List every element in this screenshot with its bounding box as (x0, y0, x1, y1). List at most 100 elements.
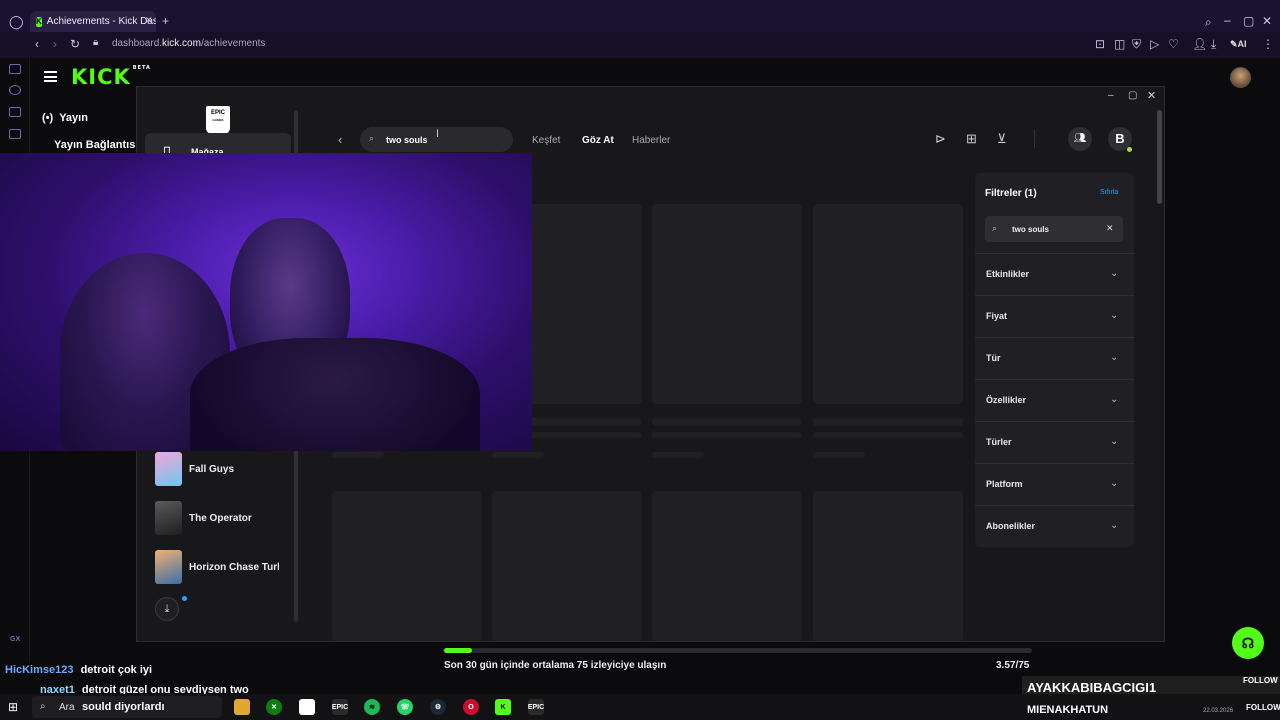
card-price-placeholder (492, 452, 544, 458)
nav-stream[interactable]: (•) Yayın (42, 112, 88, 124)
notepad-icon[interactable] (299, 699, 315, 715)
filter-divider (975, 253, 1134, 254)
game-card-placeholder (332, 491, 482, 641)
filter-types[interactable]: Türler (986, 437, 1012, 447)
library-item-horizon-chase[interactable]: Horizon Chase Turb (189, 562, 279, 573)
taskbar-search-icon: ⌕ (40, 701, 46, 712)
epic-games-icon[interactable]: EPIC (528, 699, 544, 715)
chevron-down-icon[interactable]: ⌄ (1110, 310, 1118, 321)
nav-stream-connection[interactable]: Yayın Bağlantısı (54, 139, 138, 151)
topbar-divider (1034, 130, 1035, 148)
windows-start-icon[interactable]: ⊞ (8, 700, 18, 714)
user-avatar[interactable] (1230, 67, 1251, 88)
filter-reset-link[interactable]: Sıfırla (1100, 189, 1118, 196)
profile-icon[interactable]: 👤︎ (1192, 38, 1207, 50)
filter-genre[interactable]: Tür (986, 353, 1001, 363)
nav-browse[interactable]: Göz At (582, 135, 614, 146)
maximize-window-icon[interactable]: ▢ (1243, 15, 1254, 27)
library-item-the-operator[interactable]: The Operator (189, 513, 252, 524)
gift-icon[interactable]: ⊞ (966, 131, 977, 147)
tab-title: Achievements - Kick Dashb (46, 16, 156, 27)
support-chat-button[interactable]: ☊ (1232, 627, 1264, 659)
sidebar-messenger-icon[interactable] (9, 129, 21, 139)
steam-icon[interactable]: ⚙ (430, 699, 446, 715)
filter-divider (975, 295, 1134, 296)
webcam-overlay (0, 153, 532, 451)
new-tab-icon[interactable]: + (162, 15, 169, 27)
filter-search-icon: ⌕ (992, 223, 998, 233)
reload-icon[interactable]: ↻ (70, 38, 80, 50)
epic-back-icon[interactable]: ‹ (338, 132, 342, 147)
sidebar-history-icon[interactable] (9, 85, 21, 95)
epic-icon[interactable]: EPIC (332, 699, 348, 715)
goal-text: Son 30 gün içinde ortalama 75 izleyiciye… (444, 660, 667, 671)
chevron-down-icon[interactable]: ⌄ (1110, 394, 1118, 405)
filter-divider (975, 379, 1134, 380)
sidebar-twitch-icon[interactable] (9, 107, 21, 117)
epic-games-logo[interactable]: EPIC GAMES (206, 106, 230, 134)
tab-close-icon[interactable]: ✕ (145, 16, 153, 25)
goal-progress-track (444, 648, 1032, 653)
fall-guys-thumbnail (155, 452, 182, 486)
filter-platform[interactable]: Platform (986, 479, 1023, 489)
chevron-down-icon[interactable]: ⌄ (1110, 436, 1118, 447)
library-item-fall-guys[interactable]: Fall Guys (189, 464, 234, 475)
filter-events[interactable]: Etkinlikler (986, 269, 1029, 279)
files-icon[interactable] (234, 699, 250, 715)
heart-icon[interactable]: ♡ (1168, 38, 1179, 50)
nav-news[interactable]: Haberler (632, 135, 670, 146)
filter-price[interactable]: Fiyat (986, 311, 1007, 321)
card-price-placeholder (652, 452, 704, 458)
browser-tab[interactable]: K Achievements - Kick Dashb (30, 11, 156, 32)
shield-icon[interactable]: ⛨ (1132, 38, 1141, 50)
card-subtitle-placeholder (813, 432, 963, 438)
chevron-down-icon[interactable]: ⌄ (1110, 352, 1118, 363)
card-subtitle-placeholder (652, 432, 802, 438)
download-icon[interactable]: ⤓ (1211, 38, 1216, 50)
minimize-window-icon[interactable]: – (1224, 14, 1231, 26)
game-card-placeholder (813, 204, 963, 404)
filter-search-input[interactable]: ⌕ two souls ✕ (985, 216, 1123, 242)
main-scrollbar[interactable] (1157, 110, 1162, 204)
cart-icon[interactable]: ⊻ (997, 131, 1007, 147)
opera-logo-icon[interactable]: ◯ (9, 15, 24, 28)
hamburger-menu-icon[interactable] (44, 71, 57, 82)
kick-icon[interactable]: K (495, 699, 511, 715)
back-icon[interactable]: ‹ (35, 38, 39, 50)
gx-icon[interactable]: GX (10, 636, 20, 643)
spotify-icon[interactable]: ≋ (364, 699, 380, 715)
epic-maximize-icon[interactable]: ▢ (1128, 90, 1137, 101)
snapshot-icon[interactable]: ⊡ (1095, 38, 1105, 50)
whatsapp-icon[interactable]: ☏ (397, 699, 413, 715)
extensions-icon[interactable]: ◫ (1114, 38, 1125, 50)
chevron-down-icon[interactable]: ⌄ (1110, 268, 1118, 279)
filter-features[interactable]: Özellikler (986, 395, 1026, 405)
downloads-button[interactable]: ⤓ (155, 597, 179, 621)
epic-minimize-icon[interactable]: – (1108, 90, 1114, 101)
forward-icon[interactable]: › (53, 38, 57, 50)
sidebar-gaming-icon[interactable] (9, 64, 21, 74)
close-window-icon[interactable]: ✕ (1262, 15, 1272, 27)
opera-icon[interactable]: O (463, 699, 479, 715)
nav-discover[interactable]: Keşfet (532, 135, 560, 146)
epic-close-icon[interactable]: ✕ (1147, 89, 1156, 102)
url-field[interactable]: dashboard.kick.com/achievements (112, 38, 265, 49)
card-title-placeholder (652, 418, 802, 426)
ai-button[interactable]: ✎AI (1230, 39, 1247, 50)
download-icon: ⤓ (164, 603, 170, 615)
wishlist-icon[interactable]: ⊳ (935, 131, 946, 147)
play-icon[interactable]: ▷ (1150, 38, 1159, 50)
filter-divider (975, 421, 1134, 422)
xbox-icon[interactable]: ✕ (266, 699, 282, 715)
search-tabs-icon[interactable]: ⌕ (1205, 16, 1212, 28)
chevron-down-icon[interactable]: ⌄ (1110, 520, 1118, 531)
clear-search-icon[interactable]: ✕ (1106, 223, 1114, 234)
card-price-placeholder (813, 452, 865, 458)
menu-icon[interactable]: ⋮ (1262, 38, 1274, 50)
follow-label: FOLLOW (1243, 676, 1278, 685)
filter-subscriptions[interactable]: Abonelikler (986, 521, 1035, 531)
filter-divider (975, 463, 1134, 464)
friends-button[interactable]: 👥︎ (1068, 127, 1092, 151)
chevron-down-icon[interactable]: ⌄ (1110, 478, 1118, 489)
card-title-placeholder (813, 418, 963, 426)
